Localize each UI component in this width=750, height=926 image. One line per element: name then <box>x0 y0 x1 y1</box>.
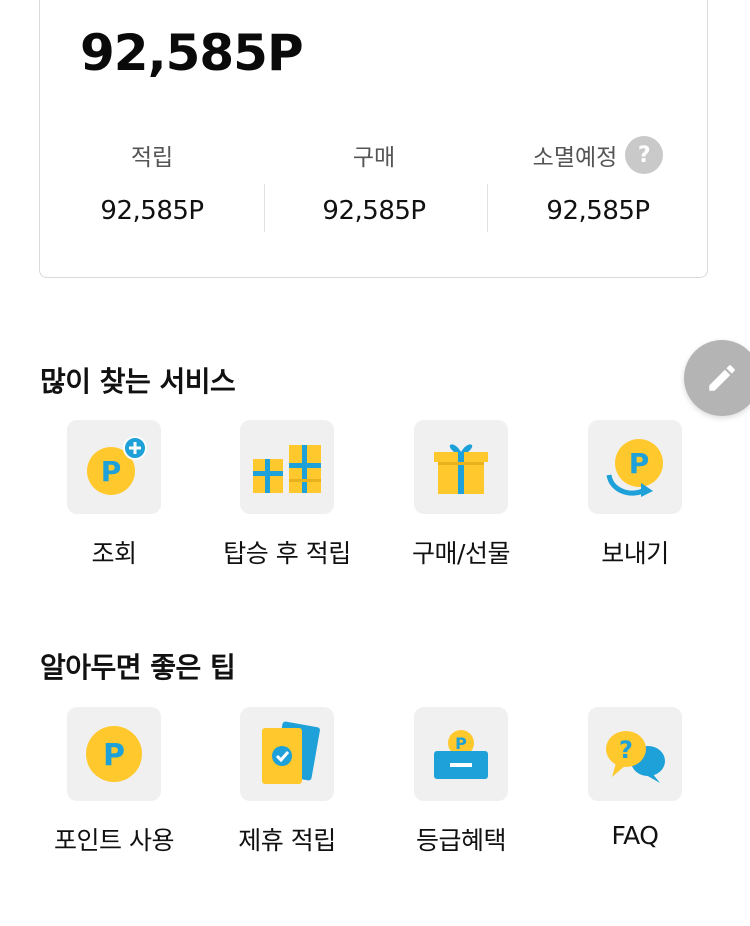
tip-label: 등급혜택 <box>415 826 507 855</box>
stat-purchased-label: 구매 <box>352 145 396 171</box>
points-card: 92,585P 적립 92,585P 구매 92,585P 소멸예정 ? 92,… <box>39 0 708 278</box>
tip-tile-point-use[interactable]: P 포인트 사용 <box>27 707 201 857</box>
tip-tile-partner-earn[interactable]: 제휴 적립 <box>200 707 374 857</box>
svg-text:P: P <box>629 447 650 480</box>
stat-expiring: 소멸예정 ? 92,585P <box>486 136 710 226</box>
stat-purchased-value: 92,585P <box>322 196 426 226</box>
wallet-coin-icon: P <box>434 730 488 779</box>
partner-card-check-icon <box>262 721 320 784</box>
tip-label: 제휴 적립 <box>238 826 336 855</box>
tip-icon-box: P <box>67 707 161 801</box>
service-icon-box <box>414 420 508 514</box>
service-tile-send[interactable]: P 보내기 <box>548 420 722 570</box>
pencil-icon <box>709 365 735 391</box>
tip-label: FAQ <box>611 821 659 850</box>
send-point-icon: P <box>606 439 663 497</box>
service-label: 조회 <box>91 539 137 568</box>
edit-fab-button[interactable] <box>684 340 750 416</box>
stat-earned: 적립 92,585P <box>40 140 264 226</box>
service-tile-post-flight-earn[interactable]: 탑승 후 적립 <box>200 420 374 570</box>
service-tile-inquiry[interactable]: P 조회 <box>27 420 201 570</box>
service-label: 구매/선물 <box>412 539 510 568</box>
tip-icon-box <box>240 707 334 801</box>
svg-text:P: P <box>101 455 122 488</box>
tip-tile-tier-benefits[interactable]: P 등급혜택 <box>374 707 548 857</box>
service-label: 보내기 <box>601 539 669 568</box>
gift-boxes-icon <box>253 445 321 493</box>
svg-text:P: P <box>455 734 467 753</box>
help-icon[interactable]: ? <box>625 136 664 174</box>
tip-tile-faq[interactable]: ? FAQ <box>548 707 722 850</box>
total-points: 92,585P <box>80 24 304 82</box>
point-coin-plus-icon: P <box>87 436 147 495</box>
stat-expiring-label: 소멸예정 <box>532 145 618 171</box>
services-section-title: 많이 찾는 서비스 <box>40 365 236 398</box>
stat-earned-value: 92,585P <box>100 196 204 226</box>
service-label: 탑승 후 적립 <box>223 539 351 568</box>
chat-question-icon: ? <box>606 731 665 783</box>
service-icon-box: P <box>67 420 161 514</box>
point-coin-icon: P <box>86 726 142 782</box>
stat-expiring-value: 92,585P <box>546 196 650 226</box>
gift-box-icon <box>434 444 488 494</box>
service-icon-box <box>240 420 334 514</box>
tip-icon-box: ? <box>588 707 682 801</box>
tips-section-title: 알아두면 좋은 팁 <box>40 651 236 684</box>
tip-label: 포인트 사용 <box>54 826 174 855</box>
stat-purchased: 구매 92,585P <box>262 140 486 226</box>
service-icon-box: P <box>588 420 682 514</box>
svg-text:P: P <box>103 738 125 773</box>
stat-earned-label: 적립 <box>130 145 174 171</box>
svg-text:?: ? <box>619 736 633 764</box>
tip-icon-box: P <box>414 707 508 801</box>
service-tile-purchase-gift[interactable]: 구매/선물 <box>374 420 548 570</box>
